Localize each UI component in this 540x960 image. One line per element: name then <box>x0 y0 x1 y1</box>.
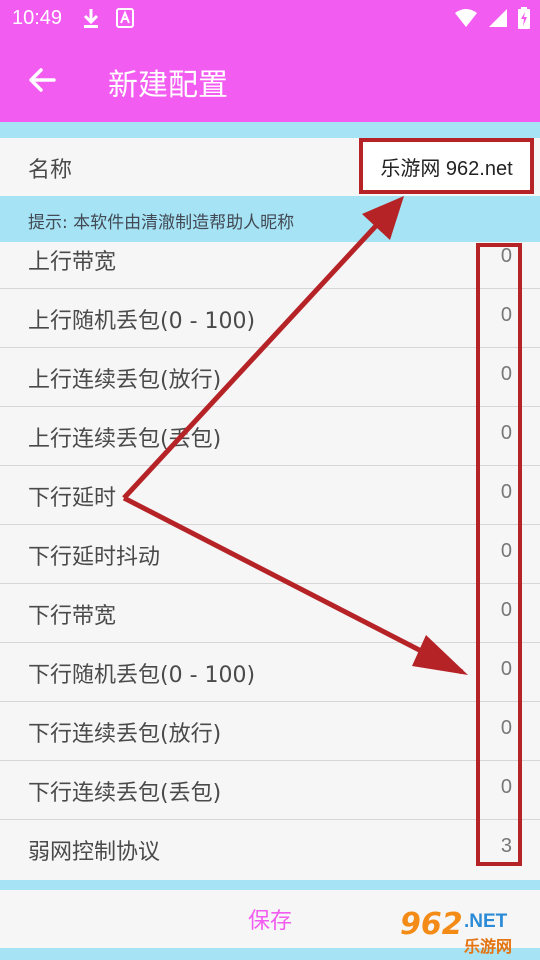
field-label: 弱网控制协议 <box>28 840 161 865</box>
watermark-number: 962 <box>400 907 463 942</box>
battery-charging-icon <box>518 7 530 33</box>
field-label: 下行连续丢包(放行) <box>28 722 222 747</box>
app-bar: 新建配置 <box>0 36 540 122</box>
field-label: 下行延时 <box>28 486 117 511</box>
field-row[interactable]: 下行连续丢包(放行) 0 <box>0 702 540 761</box>
download-icon <box>82 7 100 33</box>
field-row[interactable]: 下行延时抖动 0 <box>0 525 540 584</box>
field-row[interactable]: 下行随机丢包(0 - 100) 0 <box>0 643 540 702</box>
accessibility-icon <box>116 8 134 32</box>
field-label: 下行延时抖动 <box>28 545 161 570</box>
field-row[interactable]: 上行连续丢包(放行) 0 <box>0 348 540 407</box>
field-label: 下行带宽 <box>28 604 117 629</box>
field-row[interactable]: 上行带宽 0 <box>0 230 540 289</box>
field-label: 上行随机丢包(0 - 100) <box>28 309 256 334</box>
field-label: 下行随机丢包(0 - 100) <box>28 663 256 688</box>
field-label: 下行连续丢包(丢包) <box>28 781 222 806</box>
field-label: 上行连续丢包(放行) <box>28 368 222 393</box>
field-row[interactable]: 弱网控制协议 3 <box>0 820 540 878</box>
field-row[interactable]: 下行延时 0 <box>0 466 540 525</box>
page-title: 新建配置 <box>108 68 228 103</box>
wifi-icon <box>454 8 478 32</box>
watermark-site: 乐游网 <box>464 937 513 956</box>
field-label: 上行带宽 <box>28 250 117 275</box>
field-row[interactable]: 下行带宽 0 <box>0 584 540 643</box>
name-field[interactable]: 乐游网 962.net <box>359 138 534 194</box>
status-time: 10:49 <box>12 7 63 29</box>
field-label: 上行连续丢包(丢包) <box>28 427 222 452</box>
watermark-domain: .NET <box>464 911 508 932</box>
watermark-logo: 962 .NET 乐游网 <box>400 905 536 957</box>
field-row[interactable]: 下行连续丢包(丢包) 0 <box>0 761 540 820</box>
arrow-left-icon[interactable] <box>24 62 60 98</box>
name-label: 名称 <box>28 158 73 183</box>
values-highlight-box <box>476 243 522 866</box>
field-row[interactable]: 上行连续丢包(丢包) 0 <box>0 407 540 466</box>
status-bar: 10:49 <box>0 0 540 36</box>
name-row: 名称 乐游网 962.net <box>0 138 540 196</box>
signal-icon <box>488 8 508 32</box>
field-row[interactable]: 上行随机丢包(0 - 100) 0 <box>0 289 540 348</box>
settings-list: 上行带宽 0 上行随机丢包(0 - 100) 0 上行连续丢包(放行) 0 上行… <box>0 242 540 880</box>
